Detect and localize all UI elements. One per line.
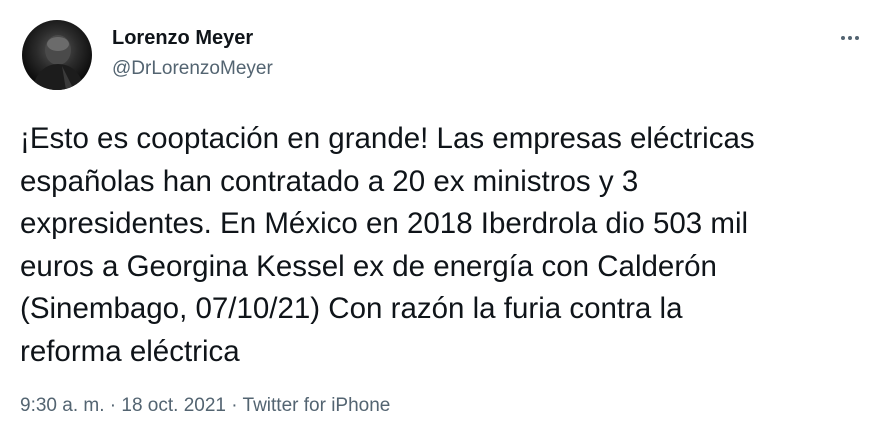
- meta-separator: ·: [104, 395, 122, 416]
- tweet-text-line: expresidentes. En México en 2018 Iberdro…: [20, 207, 749, 240]
- tweet-text-line: (Sinembago, 07/10/21) Con razón la furia…: [20, 292, 683, 325]
- tweet-source-link[interactable]: Twitter for iPhone: [243, 395, 391, 416]
- author-avatar[interactable]: [22, 20, 92, 90]
- author-handle[interactable]: @DrLorenzoMeyer: [112, 58, 273, 80]
- tweet-time: 9:30 a. m.: [20, 395, 105, 416]
- more-horizontal-icon: [841, 36, 845, 40]
- meta-separator: ·: [225, 395, 243, 416]
- tweet-card: Lorenzo Meyer @DrLorenzoMeyer ¡Esto es c…: [0, 0, 894, 444]
- tweet-text: ¡Esto es cooptación en grande! Las empre…: [20, 118, 880, 373]
- profile-photo-icon: [32, 35, 84, 90]
- tweet-text-line: ¡Esto es cooptación en grande! Las empre…: [20, 122, 755, 155]
- tweet-text-line: euros a Georgina Kessel ex de energía co…: [20, 249, 717, 283]
- more-options-button[interactable]: [832, 24, 868, 52]
- author-name[interactable]: Lorenzo Meyer: [112, 27, 253, 50]
- more-horizontal-icon: [855, 36, 859, 40]
- tweet-text-line: españolas han contratado a 20 ex ministr…: [20, 164, 639, 198]
- tweet-date: 18 oct. 2021: [121, 395, 226, 416]
- more-horizontal-icon: [848, 36, 852, 40]
- tweet-timestamp-link[interactable]: 9:30 a. m. · 18 oct. 2021: [20, 395, 226, 416]
- tweet-text-line: reforma eléctrica: [20, 334, 240, 368]
- tweet-metadata: 9:30 a. m. · 18 oct. 2021 · Twitter for …: [20, 395, 390, 417]
